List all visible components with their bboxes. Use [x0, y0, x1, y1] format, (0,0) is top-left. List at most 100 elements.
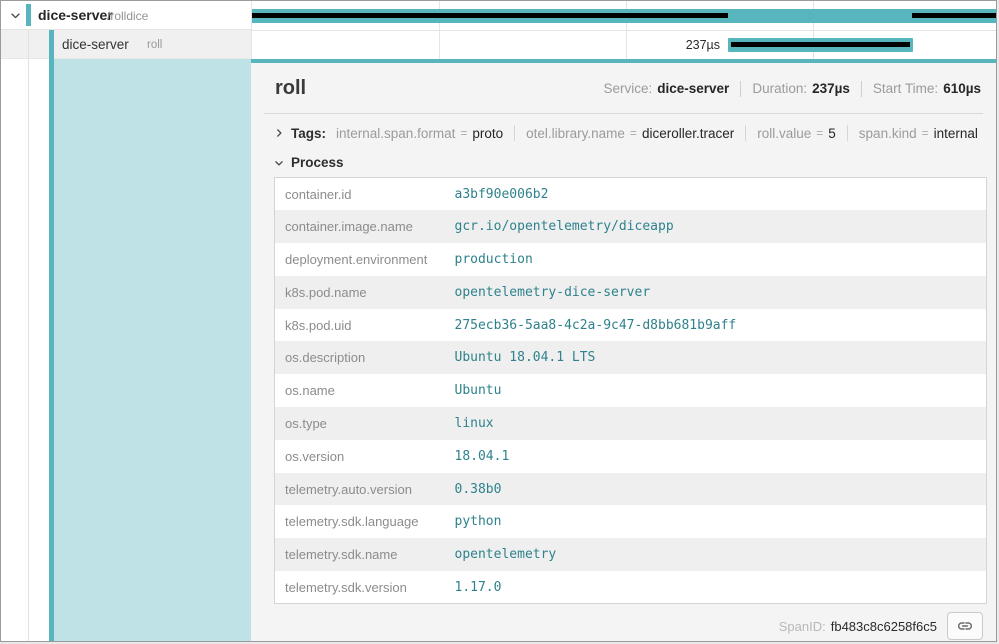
- timeline-row-separator: [252, 30, 997, 31]
- tags-heading: Tags:: [291, 126, 326, 141]
- process-value: Ubuntu: [447, 374, 987, 407]
- tag-value: proto: [472, 126, 503, 141]
- selected-span-highlight-fill: [54, 59, 251, 641]
- process-value: gcr.io/opentelemetry/diceapp: [447, 210, 987, 243]
- meta-divider: [861, 81, 862, 97]
- tag-value: internal: [934, 126, 978, 141]
- tag-divider: [745, 125, 746, 141]
- tag-key: span.kind: [859, 126, 917, 141]
- process-key: telemetry.sdk.language: [275, 505, 447, 538]
- process-value: 18.04.1: [447, 440, 987, 473]
- span-service-name: dice-server: [62, 37, 129, 52]
- timeline: 237µs: [251, 1, 997, 59]
- span-row-rolldice[interactable]: dice-server /rolldice: [1, 1, 251, 30]
- table-row: container.ida3bf90e006b2: [275, 178, 987, 211]
- process-value: 0.38b0: [447, 473, 987, 506]
- meta-divider: [740, 81, 741, 97]
- deep-link-button[interactable]: [947, 612, 983, 640]
- trace-detail-window: dice-server /rolldice dice-server roll 2…: [0, 0, 997, 642]
- span-detail-footer: SpanID: fb483c8c6258f6c5: [264, 604, 983, 640]
- table-row: telemetry.sdk.version1.17.0: [275, 571, 987, 604]
- span-color-accent: [26, 4, 31, 26]
- start-time-label: Start Time:: [873, 81, 938, 96]
- tag-value: 5: [828, 126, 836, 141]
- service-label: Service:: [603, 81, 652, 96]
- tag-equals: =: [922, 126, 929, 140]
- span-title: roll: [275, 77, 306, 100]
- tag-key: internal.span.format: [336, 126, 455, 141]
- process-key: container.id: [275, 178, 447, 211]
- span-service-name: dice-server: [38, 7, 113, 23]
- span-tree: dice-server /rolldice dice-server roll: [1, 1, 251, 641]
- duration-label: Duration:: [752, 81, 807, 96]
- process-section-toggle[interactable]: Process: [264, 150, 983, 177]
- tag-divider: [514, 125, 515, 141]
- process-key: os.type: [275, 407, 447, 440]
- span-operation-name: roll: [147, 39, 162, 51]
- process-value: python: [447, 505, 987, 538]
- table-row: os.descriptionUbuntu 18.04.1 LTS: [275, 341, 987, 374]
- process-value: linux: [447, 407, 987, 440]
- tag-item: otel.library.name = diceroller.tracer: [526, 126, 734, 141]
- tag-key: roll.value: [757, 126, 811, 141]
- process-value: opentelemetry-dice-server: [447, 276, 987, 309]
- span-operation-name: /rolldice: [107, 9, 148, 23]
- tag-value: diceroller.tracer: [642, 126, 734, 141]
- process-key: os.name: [275, 374, 447, 407]
- process-key: k8s.pod.name: [275, 276, 447, 309]
- service-value: dice-server: [657, 81, 729, 96]
- start-time-value: 610µs: [943, 81, 981, 96]
- table-row: k8s.pod.uid275ecb36-5aa8-4c2a-9c47-d8bb6…: [275, 309, 987, 342]
- process-key-value-table: container.ida3bf90e006b2 container.image…: [274, 177, 987, 604]
- critical-path-overlay: [912, 13, 997, 18]
- critical-path-overlay: [252, 13, 728, 18]
- process-key: container.image.name: [275, 210, 447, 243]
- span-detail-header: roll Service: dice-server Duration: 237µ…: [264, 63, 983, 114]
- process-key: telemetry.sdk.name: [275, 538, 447, 571]
- tag-item: span.kind = internal: [859, 126, 978, 141]
- span-meta: Service: dice-server Duration: 237µs Sta…: [603, 81, 981, 97]
- table-row: os.version18.04.1: [275, 440, 987, 473]
- chevron-right-icon: [274, 128, 284, 138]
- tag-equals: =: [460, 126, 467, 140]
- process-key: telemetry.sdk.version: [275, 571, 447, 604]
- tag-item: internal.span.format = proto: [336, 126, 503, 141]
- chevron-down-icon[interactable]: [8, 8, 22, 22]
- process-key: os.description: [275, 341, 447, 374]
- tree-indent-guide: [28, 30, 29, 641]
- chevron-down-icon: [274, 158, 284, 168]
- table-row: telemetry.auto.version0.38b0: [275, 473, 987, 506]
- process-heading: Process: [291, 155, 344, 170]
- table-row: deployment.environmentproduction: [275, 243, 987, 276]
- process-key: k8s.pod.uid: [275, 309, 447, 342]
- process-value: production: [447, 243, 987, 276]
- tag-equals: =: [630, 126, 637, 140]
- table-row: k8s.pod.nameopentelemetry-dice-server: [275, 276, 987, 309]
- tag-divider: [847, 125, 848, 141]
- span-bar-roll[interactable]: [728, 38, 913, 52]
- table-row: container.image.namegcr.io/opentelemetry…: [275, 210, 987, 243]
- process-value: Ubuntu 18.04.1 LTS: [447, 341, 987, 374]
- process-key: telemetry.auto.version: [275, 473, 447, 506]
- duration-value: 237µs: [812, 81, 850, 96]
- tag-equals: =: [816, 126, 823, 140]
- span-detail-panel: roll Service: dice-server Duration: 237µ…: [251, 59, 996, 641]
- tag-item: roll.value = 5: [757, 126, 836, 141]
- process-value: 275ecb36-5aa8-4c2a-9c47-d8bb681b9aff: [447, 309, 987, 342]
- link-icon: [957, 618, 973, 634]
- table-row: os.nameUbuntu: [275, 374, 987, 407]
- process-value: 1.17.0: [447, 571, 987, 604]
- spanid-label: SpanID:: [779, 619, 826, 634]
- process-key: os.version: [275, 440, 447, 473]
- table-row: telemetry.sdk.nameopentelemetry: [275, 538, 987, 571]
- critical-path-overlay: [731, 42, 910, 47]
- tags-section-toggle[interactable]: Tags: internal.span.format = proto otel.…: [264, 114, 983, 150]
- tag-key: otel.library.name: [526, 126, 625, 141]
- process-value: a3bf90e006b2: [447, 178, 987, 211]
- process-value: opentelemetry: [447, 538, 987, 571]
- table-row: os.typelinux: [275, 407, 987, 440]
- span-row-roll-selected[interactable]: dice-server roll: [1, 30, 251, 59]
- table-row: telemetry.sdk.languagepython: [275, 505, 987, 538]
- span-duration-label: 237µs: [252, 38, 720, 52]
- span-bar-rolldice[interactable]: [252, 9, 997, 23]
